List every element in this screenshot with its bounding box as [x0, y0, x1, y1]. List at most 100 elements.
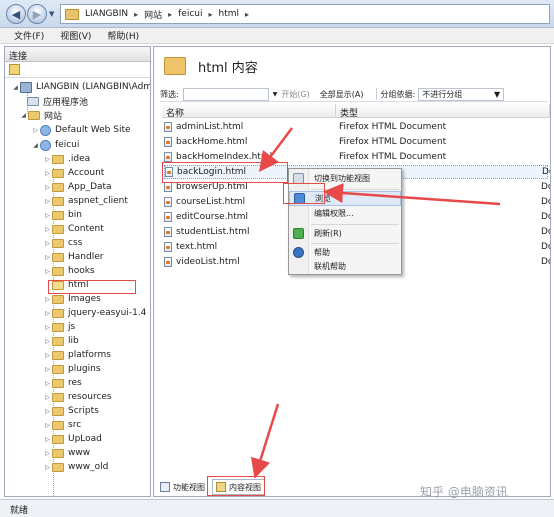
menu-item-help[interactable]: 帮助 [289, 245, 401, 260]
tree-node-default-site[interactable]: ▷ Default Web Site [31, 123, 131, 137]
collapsed-arrow-icon[interactable]: ▷ [43, 436, 52, 443]
tree-folder-scripts[interactable]: ▷ Scripts [43, 404, 99, 418]
tree-folder-idea[interactable]: ▷ .idea [43, 152, 90, 166]
tree-folder-js[interactable]: ▷ js [43, 320, 75, 334]
column-header-type[interactable]: 类型 [336, 104, 550, 119]
collapsed-arrow-icon[interactable]: ▷ [43, 268, 52, 275]
collapsed-arrow-icon[interactable]: ▷ [43, 226, 52, 233]
tree-folder-jquery-easyui[interactable]: ▷ jquery-easyui-1.4 [43, 306, 146, 320]
collapsed-arrow-icon[interactable]: ▷ [43, 240, 52, 247]
show-all-button[interactable]: 全部显示(A) [320, 89, 364, 100]
connections-header: 连接 [5, 47, 150, 62]
chevron-right-icon[interactable]: ▸ [209, 10, 213, 19]
filter-input[interactable] [182, 87, 269, 101]
collapsed-arrow-icon[interactable]: ▷ [43, 380, 52, 387]
chevron-right-icon[interactable]: ▸ [134, 10, 138, 19]
tree-folder-res[interactable]: ▷ res [43, 376, 82, 390]
go-button[interactable]: 开始(G) [281, 89, 309, 100]
tab-features-view[interactable]: 功能视图 [157, 479, 208, 495]
collapsed-arrow-icon[interactable]: ▷ [43, 296, 52, 303]
folder-icon [52, 420, 64, 430]
expand-arrow-icon[interactable]: ◢ [31, 142, 40, 149]
tree-folder-images[interactable]: ▷ Images [43, 292, 101, 306]
collapsed-arrow-icon[interactable]: ▷ [43, 310, 52, 317]
menu-file[interactable]: 文件(F) [14, 29, 44, 42]
collapsed-arrow-icon[interactable]: ▷ [43, 198, 52, 205]
chevron-right-icon[interactable]: ▸ [245, 10, 249, 19]
tree-folder-upload[interactable]: ▷ UpLoad [43, 432, 102, 446]
tree-folder-plugins[interactable]: ▷ plugins [43, 362, 100, 376]
expand-arrow-icon[interactable]: ◢ [11, 84, 20, 91]
menu-item-edit-permissions[interactable]: 编辑权限... [289, 206, 401, 221]
html-file-icon [164, 257, 172, 267]
collapsed-arrow-icon[interactable]: ▷ [43, 450, 52, 457]
collapsed-arrow-icon[interactable]: ▷ [43, 464, 52, 471]
filter-label: 筛选: [160, 89, 179, 99]
globe-icon [40, 124, 51, 136]
column-header-name[interactable]: 名称 [162, 104, 336, 119]
collapsed-arrow-icon[interactable]: ▷ [43, 422, 52, 429]
collapsed-arrow-icon[interactable]: ▷ [43, 254, 52, 261]
back-button[interactable]: ◀ [6, 4, 26, 24]
breadcrumb-item[interactable]: 网站 ▸ [144, 8, 178, 21]
tree-node-feicui[interactable]: ◢ feicui [31, 138, 79, 152]
tree-folder-bin[interactable]: ▷ bin [43, 208, 82, 222]
collapsed-arrow-icon[interactable]: ▷ [43, 324, 52, 331]
collapsed-arrow-icon[interactable]: ▷ [43, 184, 52, 191]
annotation-box-content-tab [207, 476, 265, 496]
file-row[interactable]: adminList.html Firefox HTML Document [164, 120, 548, 134]
collapsed-arrow-icon[interactable]: ▷ [43, 394, 52, 401]
tree-folder-hooks[interactable]: ▷ hooks [43, 264, 94, 278]
tree-folder-aspnet-client[interactable]: ▷ aspnet_client [43, 194, 128, 208]
folder-icon [52, 266, 64, 276]
tree-folder-content[interactable]: ▷ Content [43, 222, 104, 236]
collapsed-arrow-icon[interactable]: ▷ [43, 212, 52, 219]
folder-icon [52, 238, 64, 248]
sites-folder-icon [28, 110, 40, 120]
menu-item-refresh[interactable]: 刷新(R) [289, 226, 401, 241]
file-row[interactable]: backHome.html Firefox HTML Document [164, 135, 548, 149]
breadcrumb-item[interactable]: feicui ▸ [178, 9, 218, 19]
breadcrumb-item[interactable]: LIANGBIN ▸ [85, 9, 144, 19]
connections-pane: 连接 ◢ LIANGBIN (LIANGBIN\Adm 应用程序池 ◢ 网站 ▷… [4, 46, 151, 497]
breadcrumb[interactable]: LIANGBIN ▸ 网站 ▸ feicui ▸ html ▸ [60, 4, 550, 24]
folder-icon [52, 322, 64, 332]
collapsed-arrow-icon[interactable]: ▷ [43, 408, 52, 415]
tree-folder-src[interactable]: ▷ src [43, 418, 81, 432]
breadcrumb-item[interactable]: html ▸ [219, 9, 256, 19]
folder-icon [52, 210, 64, 220]
collapsed-arrow-icon[interactable]: ▷ [43, 170, 52, 177]
filter-dropdown-icon[interactable]: ▼ [273, 91, 278, 98]
tree-folder-resources[interactable]: ▷ resources [43, 390, 111, 404]
history-dropdown-icon[interactable]: ▼ [49, 10, 54, 18]
menu-help[interactable]: 帮助(H) [107, 29, 139, 42]
tree-folder-css[interactable]: ▷ css [43, 236, 82, 250]
help-icon [293, 247, 304, 258]
tree-folder-lib[interactable]: ▷ lib [43, 334, 79, 348]
collapsed-arrow-icon[interactable]: ▷ [31, 127, 40, 134]
watermark: 知乎 @电脑资讯 [420, 485, 508, 499]
filter-bar: 筛选: ▼ 开始(G) 全部显示(A) 分组依据: 不进行分组 ▼ [160, 87, 548, 102]
collapsed-arrow-icon[interactable]: ▷ [43, 156, 52, 163]
expand-arrow-icon[interactable]: ◢ [19, 112, 28, 119]
group-by-select[interactable]: 不进行分组 ▼ [418, 87, 505, 101]
collapsed-arrow-icon[interactable]: ▷ [43, 352, 52, 359]
tree-folder-account[interactable]: ▷ Account [43, 166, 104, 180]
tree-folder-www[interactable]: ▷ www [43, 446, 90, 460]
tree-folder-handler[interactable]: ▷ Handler [43, 250, 103, 264]
menu-item-online-help[interactable]: 联机帮助 [289, 259, 401, 274]
folder-icon [52, 308, 64, 318]
menu-view[interactable]: 视图(V) [60, 29, 91, 42]
tree-folder-www-old[interactable]: ▷ www_old [43, 460, 108, 474]
tree-node-app-pools[interactable]: 应用程序池 [27, 94, 88, 108]
forward-button[interactable]: ▶ [27, 4, 47, 24]
collapsed-arrow-icon[interactable]: ▷ [43, 366, 52, 373]
collapsed-arrow-icon[interactable]: ▷ [43, 338, 52, 345]
chevron-right-icon[interactable]: ▸ [168, 10, 172, 19]
folder-icon [52, 182, 64, 192]
tree-folder-platforms[interactable]: ▷ platforms [43, 348, 111, 362]
tree-node-server[interactable]: ◢ LIANGBIN (LIANGBIN\Adm [11, 80, 150, 94]
new-connection-icon[interactable] [9, 64, 20, 75]
tree-node-sites[interactable]: ◢ 网站 [19, 108, 62, 122]
tree-folder-app-data[interactable]: ▷ App_Data [43, 180, 111, 194]
